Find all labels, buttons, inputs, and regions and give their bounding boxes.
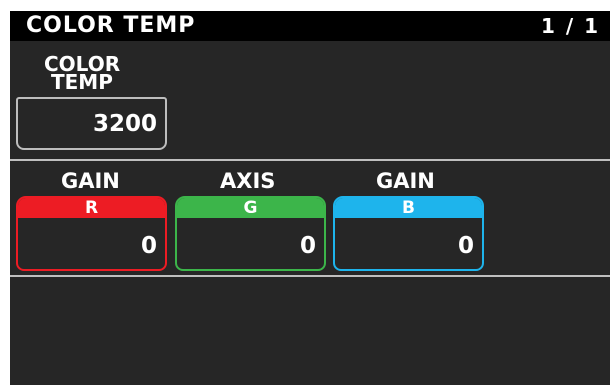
- r-channel-header: R: [18, 198, 165, 218]
- color-temp-screen: COLOR TEMP 1 / 1 COLOR TEMP 3200 GAIN AX…: [10, 11, 610, 385]
- divider-top: [10, 159, 610, 161]
- r-gain-label: GAIN: [61, 169, 120, 193]
- page-indicator: 1 / 1: [540, 14, 600, 38]
- g-axis-value: 0: [299, 233, 316, 259]
- g-axis-box[interactable]: G 0: [175, 196, 326, 271]
- color-temp-label-line2: TEMP: [51, 70, 113, 94]
- b-gain-value: 0: [457, 233, 474, 259]
- b-gain-box[interactable]: B 0: [333, 196, 484, 271]
- divider-bottom: [10, 275, 610, 277]
- g-channel-header: G: [177, 198, 324, 218]
- r-gain-box[interactable]: R 0: [16, 196, 167, 271]
- b-gain-label: GAIN: [376, 169, 435, 193]
- page-title: COLOR TEMP: [26, 13, 196, 38]
- b-channel-header: B: [335, 198, 482, 218]
- title-bar: COLOR TEMP 1 / 1: [10, 11, 610, 41]
- g-axis-label: AXIS: [220, 169, 276, 193]
- r-gain-value: 0: [140, 233, 157, 259]
- color-temp-value-box[interactable]: 3200: [16, 97, 167, 150]
- color-temp-value: 3200: [92, 111, 157, 137]
